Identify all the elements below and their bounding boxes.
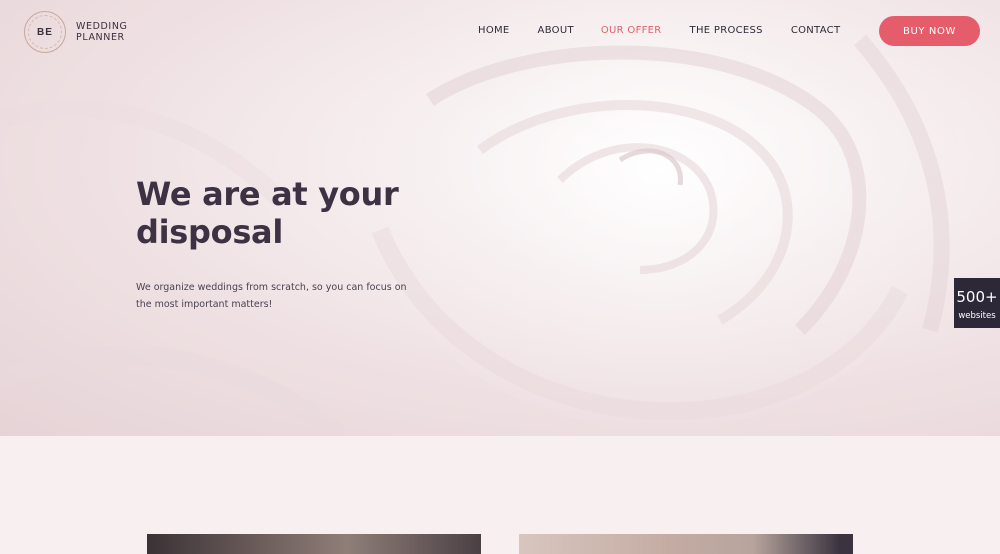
- offer-card-image-2: [519, 534, 853, 554]
- buy-now-button[interactable]: BUY NOW: [879, 16, 980, 46]
- main-nav: HOME ABOUT OUR OFFER THE PROCESS CONTACT: [478, 25, 840, 36]
- nav-item-contact[interactable]: CONTACT: [791, 25, 841, 36]
- logo-line-1: WEDDING: [76, 21, 128, 32]
- nav-item-the-process[interactable]: THE PROCESS: [690, 25, 763, 36]
- hero-title: We are at your disposal: [136, 175, 436, 251]
- hero-title-line-1: We are at your: [136, 175, 399, 213]
- hero-section: BE WEDDING PLANNER HOME ABOUT OUR OFFER …: [0, 0, 1000, 436]
- nav-item-home[interactable]: HOME: [478, 25, 510, 36]
- logo-mark-icon: BE: [24, 11, 66, 53]
- nav-item-our-offer[interactable]: OUR OFFER: [601, 25, 662, 36]
- nav-item-about[interactable]: ABOUT: [538, 25, 574, 36]
- logo[interactable]: BE WEDDING PLANNER: [24, 11, 128, 53]
- badge-label: websites: [958, 311, 996, 321]
- logo-mark-text: BE: [37, 26, 53, 38]
- logo-line-2: PLANNER: [76, 32, 125, 43]
- hero-subtitle: We organize weddings from scratch, so yo…: [136, 282, 407, 310]
- logo-wordmark: WEDDING PLANNER: [76, 21, 128, 43]
- websites-count-badge[interactable]: 500+ websites: [954, 278, 1000, 328]
- offer-card-image-1: [147, 534, 481, 554]
- hero-title-line-2: disposal: [136, 213, 284, 251]
- badge-count: 500+: [956, 288, 998, 306]
